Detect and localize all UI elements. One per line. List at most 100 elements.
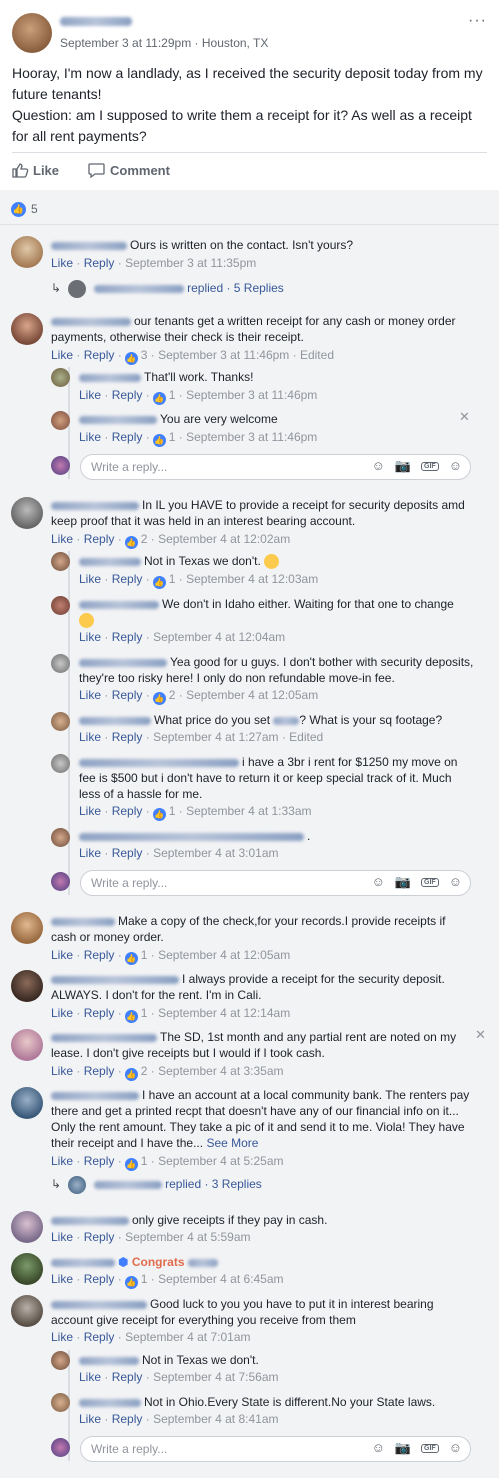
timestamp[interactable]: September 3 at 11:46pm <box>186 430 317 444</box>
reply-link[interactable]: Reply <box>112 804 143 818</box>
commenter-name-redacted[interactable] <box>51 501 139 510</box>
view-replies-link[interactable]: ↳ replied · 3 Replies <box>51 1176 262 1194</box>
replier-avatar[interactable] <box>51 1351 70 1370</box>
commenter-name-redacted[interactable] <box>51 1033 157 1042</box>
timestamp[interactable]: September 4 at 12:03am <box>186 572 318 586</box>
timestamp[interactable]: September 4 at 1:33am <box>186 804 311 818</box>
commenter-name-redacted[interactable] <box>51 241 127 250</box>
commenter-avatar[interactable] <box>11 497 43 529</box>
timestamp[interactable]: September 4 at 12:05am <box>186 688 318 702</box>
like-link[interactable]: Like <box>51 348 73 362</box>
replier-name-redacted[interactable] <box>79 832 304 841</box>
close-icon[interactable]: ✕ <box>459 409 470 425</box>
reply-link[interactable]: Reply <box>112 1412 143 1426</box>
reply-link[interactable]: Reply <box>84 1064 115 1078</box>
timestamp[interactable]: September 4 at 5:25am <box>158 1154 283 1168</box>
commenter-avatar[interactable] <box>11 1295 43 1327</box>
like-count[interactable]: 1 <box>141 948 148 962</box>
camera-icon[interactable]: 📷 <box>395 874 411 889</box>
more-options-icon[interactable]: ··· <box>468 12 487 30</box>
reply-link[interactable]: Reply <box>84 1006 115 1020</box>
sticker-icon[interactable]: ☺ <box>449 874 462 889</box>
like-count[interactable]: 1 <box>141 1154 148 1168</box>
commenter-name-redacted[interactable] <box>51 975 179 984</box>
camera-icon[interactable]: 📷 <box>395 458 411 473</box>
reply-link[interactable]: Reply <box>112 630 143 644</box>
like-count[interactable]: 3 <box>141 348 148 362</box>
replier-name-redacted[interactable] <box>79 1398 141 1407</box>
replier-name-redacted[interactable] <box>79 658 167 667</box>
timestamp[interactable]: September 4 at 12:04am <box>153 630 285 644</box>
view-replies-link[interactable]: ↳ replied · 5 Replies <box>51 280 284 298</box>
timestamp[interactable]: September 4 at 3:01am <box>153 846 278 860</box>
like-count[interactable]: 2 <box>169 688 176 702</box>
like-link[interactable]: Like <box>79 804 101 818</box>
replier-avatar[interactable] <box>51 411 70 430</box>
sticker-icon[interactable]: ☺ <box>449 458 462 473</box>
timestamp[interactable]: September 4 at 12:02am <box>158 532 290 546</box>
reply-link[interactable]: Reply <box>112 730 143 744</box>
like-link[interactable]: Like <box>79 730 101 744</box>
replier-name-redacted[interactable] <box>79 600 159 609</box>
timestamp[interactable]: September 4 at 7:01am <box>125 1330 250 1344</box>
emoji-icon[interactable]: ☺ <box>372 458 385 473</box>
replier-avatar[interactable] <box>51 552 70 571</box>
timestamp[interactable]: September 3 at 11:46pm <box>186 388 317 402</box>
reply-link[interactable]: Reply <box>84 1154 115 1168</box>
reply-link[interactable]: Reply <box>84 1230 115 1244</box>
gif-icon[interactable]: GIF <box>421 462 439 471</box>
commenter-name-redacted[interactable] <box>51 1091 139 1100</box>
like-link[interactable]: Like <box>51 1272 73 1286</box>
like-link[interactable]: Like <box>79 572 101 586</box>
like-count[interactable]: 1 <box>169 430 176 444</box>
replier-name-redacted[interactable] <box>79 557 141 566</box>
like-link[interactable]: Like <box>79 1412 101 1426</box>
like-count[interactable]: 1 <box>169 388 176 402</box>
reply-link[interactable]: Reply <box>112 572 143 586</box>
timestamp[interactable]: September 4 at 1:27am · Edited <box>153 730 323 744</box>
timestamp[interactable]: September 3 at 11:46pm · Edited <box>158 348 334 362</box>
reply-link[interactable]: Reply <box>112 688 143 702</box>
commenter-avatar[interactable] <box>11 970 43 1002</box>
like-count[interactable]: 1 <box>141 1006 148 1020</box>
see-more-link[interactable]: See More <box>206 1136 258 1150</box>
reply-link[interactable]: Reply <box>84 348 115 362</box>
replier-avatar[interactable] <box>51 754 70 773</box>
like-link[interactable]: Like <box>79 630 101 644</box>
author-name-redacted[interactable] <box>60 17 132 26</box>
commenter-name-redacted[interactable] <box>51 1300 147 1309</box>
commenter-name-redacted[interactable] <box>51 917 115 926</box>
commenter-avatar[interactable] <box>11 1029 43 1061</box>
gif-icon[interactable]: GIF <box>421 878 439 887</box>
name-mention-redacted[interactable] <box>187 1258 218 1267</box>
commenter-avatar[interactable] <box>11 912 43 944</box>
timestamp[interactable]: September 4 at 3:35am <box>158 1064 283 1078</box>
commenter-avatar[interactable] <box>11 236 43 268</box>
replier-avatar[interactable] <box>51 654 70 673</box>
like-button[interactable]: Like <box>12 163 59 178</box>
commenter-avatar[interactable] <box>11 313 43 345</box>
like-link[interactable]: Like <box>51 256 73 270</box>
like-link[interactable]: Like <box>51 1330 73 1344</box>
sticker-icon[interactable]: ☺ <box>449 1440 462 1455</box>
reply-link[interactable]: Reply <box>112 388 143 402</box>
replier-name-redacted[interactable] <box>79 758 239 767</box>
replier-name-redacted[interactable] <box>79 373 141 382</box>
emoji-icon[interactable]: ☺ <box>372 1440 385 1455</box>
timestamp[interactable]: September 4 at 7:56am <box>153 1370 278 1384</box>
commenter-name-redacted[interactable] <box>51 317 131 326</box>
timestamp[interactable]: September 4 at 12:14am <box>158 1006 290 1020</box>
author-avatar[interactable] <box>12 13 52 53</box>
timestamp[interactable]: September 3 at 11:35pm <box>125 256 256 270</box>
like-link[interactable]: Like <box>51 1154 73 1168</box>
like-link[interactable]: Like <box>79 846 101 860</box>
like-count[interactable]: 1 <box>141 1272 148 1286</box>
timestamp[interactable]: September 4 at 6:45am <box>158 1272 283 1286</box>
like-count[interactable]: 2 <box>141 1064 148 1078</box>
timestamp[interactable]: September 4 at 8:41am <box>153 1412 278 1426</box>
replier-avatar[interactable] <box>51 368 70 387</box>
like-link[interactable]: Like <box>51 1230 73 1244</box>
comment-button[interactable]: Comment <box>88 163 170 179</box>
camera-icon[interactable]: 📷 <box>395 1440 411 1455</box>
reply-input[interactable]: Write a reply... ☺ 📷 GIF ☺ <box>80 454 471 480</box>
